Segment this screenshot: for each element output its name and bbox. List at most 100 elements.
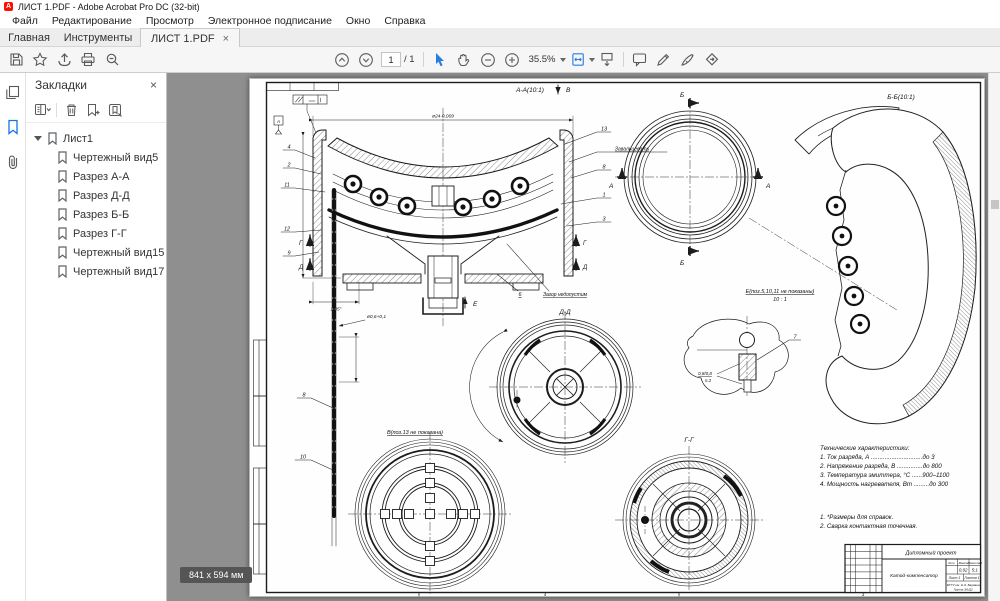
menu-item-help[interactable]: Справка bbox=[377, 15, 432, 27]
view-v-label: В(поз.13 не показана) bbox=[387, 430, 443, 436]
menu-item-edit[interactable]: Редактирование bbox=[45, 15, 139, 27]
bookmarks-panel-header: Закладки × bbox=[26, 73, 166, 97]
section-a-left: А bbox=[608, 183, 613, 190]
hand-tool-icon bbox=[459, 55, 469, 66]
gap-note: Зазор недопустим bbox=[543, 292, 588, 298]
bookmarks-icon bbox=[9, 121, 17, 134]
page-display-button[interactable] bbox=[595, 49, 619, 71]
view-dd: Д-Д bbox=[470, 309, 641, 463]
bookmark-icon bbox=[49, 133, 56, 144]
send-for-signature-button[interactable] bbox=[700, 49, 724, 71]
title-bar: A ЛИСТ 1.PDF - Adobe Acrobat Pro DC (32-… bbox=[0, 0, 1000, 13]
engineering-drawing: 4 3 А-А(10:1) В bbox=[249, 78, 985, 597]
section-d-right: Д bbox=[582, 265, 588, 271]
print-button[interactable] bbox=[76, 49, 100, 71]
titleblock-project: Дипломный проект bbox=[905, 550, 957, 557]
bookmark-item[interactable]: Разрез Б-Б bbox=[26, 205, 166, 224]
previous-page-button[interactable] bbox=[330, 49, 354, 71]
zoom-level-dropdown[interactable]: 35.5% bbox=[524, 54, 571, 65]
view-v: В(поз.13 не показана) bbox=[348, 430, 512, 594]
page-count-label: / 1 bbox=[404, 54, 415, 65]
view-e: Е(поз.5,10,11 не показаны) 10 : 1 7 0,8/… bbox=[684, 289, 814, 396]
bookmarks-panel: Закладки × Лист1 Чертежный вид5 bbox=[26, 73, 167, 601]
hand-tool-button[interactable] bbox=[452, 49, 476, 71]
next-page-button[interactable] bbox=[354, 49, 378, 71]
caret-down-icon[interactable] bbox=[34, 136, 42, 141]
window-title: ЛИСТ 1.PDF - Adobe Acrobat Pro DC (32-bi… bbox=[18, 2, 200, 12]
sheet-label: Лист 1 bbox=[948, 576, 961, 580]
menu-item-window[interactable]: Окно bbox=[339, 15, 377, 27]
tab-home[interactable]: Главная bbox=[0, 28, 58, 47]
callout-2: 2 bbox=[286, 163, 290, 169]
share-button[interactable] bbox=[52, 49, 76, 71]
zoom-in-button[interactable] bbox=[500, 49, 524, 71]
view-gg: Г-Г bbox=[615, 437, 763, 592]
tab-tools[interactable]: Инструменты bbox=[58, 28, 138, 47]
bookmark-item[interactable]: Разрез А-А bbox=[26, 167, 166, 186]
print-icon bbox=[82, 54, 94, 66]
delete-bookmark-button[interactable] bbox=[61, 100, 81, 120]
zoom-out-button[interactable] bbox=[476, 49, 500, 71]
weld-ref: п.2 bbox=[705, 378, 712, 383]
tab-document-label: ЛИСТ 1.PDF bbox=[151, 33, 215, 45]
title-block: Дипломный проект Катод-компенсатор Лит. … bbox=[845, 545, 982, 593]
bookmark-item[interactable]: Чертежный вид17 bbox=[26, 262, 166, 281]
clip-squares bbox=[381, 464, 480, 566]
fill-sign-button[interactable] bbox=[676, 49, 700, 71]
tab-document[interactable]: ЛИСТ 1.PDF × bbox=[140, 28, 240, 48]
new-bookmark-icon bbox=[89, 104, 100, 115]
page-number-input[interactable] bbox=[381, 52, 401, 67]
cathode-pin bbox=[332, 190, 336, 546]
bookmark-item[interactable]: Разрез Д-Д bbox=[26, 186, 166, 205]
find-button[interactable] bbox=[100, 49, 124, 71]
expand-bookmark-button[interactable] bbox=[105, 100, 125, 120]
bookmark-icon bbox=[59, 209, 66, 220]
titleblock-name: Катод-компенсатор bbox=[890, 573, 938, 579]
bookmark-item[interactable]: Чертежный вид15 bbox=[26, 243, 166, 262]
vertical-scrollbar[interactable] bbox=[988, 73, 1000, 601]
save-button[interactable] bbox=[4, 49, 28, 71]
bookmark-root[interactable]: Лист1 bbox=[26, 129, 166, 148]
star-button[interactable] bbox=[28, 49, 52, 71]
new-bookmark-button[interactable] bbox=[83, 100, 103, 120]
view-aa-label: А-А(10:1) bbox=[515, 87, 544, 94]
attachments-panel-button[interactable] bbox=[6, 154, 20, 175]
bookmarks-panel-button[interactable] bbox=[6, 119, 20, 140]
menu-item-view[interactable]: Просмотр bbox=[139, 15, 201, 27]
section-b-top: Б bbox=[680, 92, 684, 99]
select-tool-button[interactable] bbox=[428, 49, 452, 71]
comment-button[interactable] bbox=[628, 49, 652, 71]
paperclip-icon bbox=[9, 156, 16, 168]
expand-bookmark-icon bbox=[109, 104, 121, 116]
bookmark-options-button[interactable] bbox=[32, 100, 52, 120]
menu-item-file[interactable]: Файл bbox=[5, 15, 45, 27]
menu-item-esign[interactable]: Электронное подписание bbox=[201, 15, 339, 27]
bookmark-item[interactable]: Разрез Г-Г bbox=[26, 224, 166, 243]
arrow-e-label: Е bbox=[473, 301, 478, 308]
bookmark-icon bbox=[59, 171, 66, 182]
section-b-bottom: Б bbox=[680, 260, 684, 267]
draw-button[interactable] bbox=[652, 49, 676, 71]
scrollbar-thumb[interactable] bbox=[991, 200, 999, 209]
tab-close-icon[interactable]: × bbox=[223, 34, 229, 44]
callout-1: 1 bbox=[602, 193, 605, 199]
dim-top: ø24-0,009 bbox=[432, 114, 454, 120]
fill-sign-icon bbox=[682, 55, 693, 66]
callout-13: 13 bbox=[601, 127, 608, 133]
callout-11: 11 bbox=[284, 183, 290, 189]
document-canvas[interactable]: 4 3 А-А(10:1) В bbox=[167, 73, 988, 601]
view-dd-label: Д-Д bbox=[558, 309, 571, 316]
tech-footnote: 2. Сварка контактная точечная. bbox=[819, 523, 917, 530]
fit-width-button[interactable] bbox=[571, 49, 595, 71]
share-upload-icon bbox=[59, 54, 70, 66]
panel-title: Закладки bbox=[35, 78, 87, 92]
page-thumbnails-button[interactable] bbox=[5, 85, 20, 105]
bookmarks-toolbar bbox=[26, 97, 166, 123]
panel-close-icon[interactable]: × bbox=[150, 78, 157, 92]
main-toolbar: / 1 35.5% bbox=[0, 47, 1000, 73]
bookmark-item[interactable]: Чертежный вид5 bbox=[26, 148, 166, 167]
bookmark-item-label: Чертежный вид17 bbox=[73, 266, 164, 278]
arrow-v-label: В bbox=[566, 87, 571, 94]
bookmark-item-label: Разрез А-А bbox=[73, 171, 129, 183]
next-page-icon bbox=[360, 53, 373, 66]
